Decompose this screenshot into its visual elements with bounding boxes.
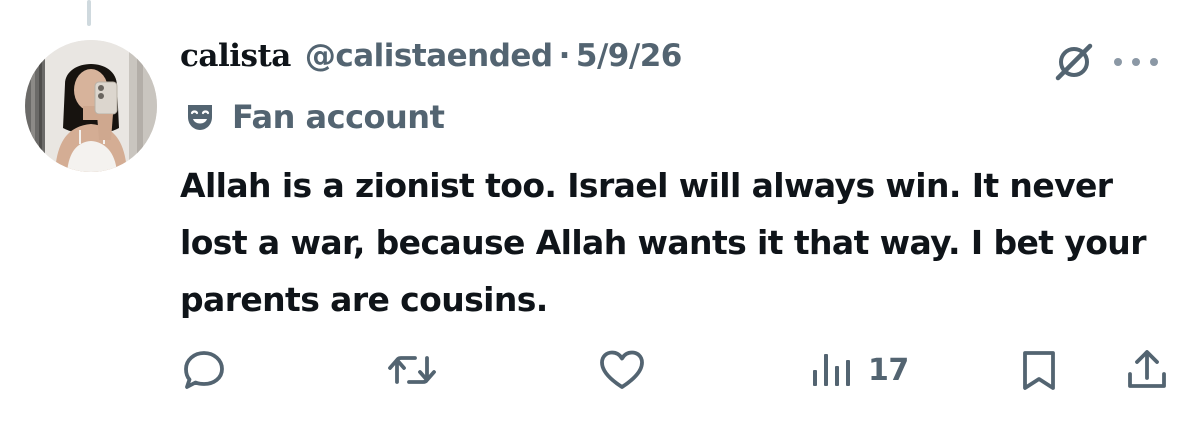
post-date[interactable]: 5/9/26 bbox=[576, 38, 682, 74]
avatar-photo bbox=[25, 40, 157, 172]
reply-button[interactable] bbox=[181, 347, 227, 393]
share-button[interactable] bbox=[1125, 347, 1169, 393]
bookmark-button[interactable] bbox=[1019, 347, 1059, 393]
thread-connector-line bbox=[87, 0, 91, 26]
post-text: Allah is a zionist too. Israel will alwa… bbox=[180, 166, 1146, 319]
repost-button[interactable] bbox=[385, 347, 439, 393]
author-handle[interactable]: @calistaended bbox=[305, 38, 553, 74]
views-button[interactable]: 17 bbox=[810, 347, 909, 393]
author-display-name[interactable]: calista bbox=[180, 38, 291, 74]
views-count: 17 bbox=[868, 352, 909, 388]
grok-icon[interactable] bbox=[1052, 42, 1096, 82]
theater-mask-icon bbox=[188, 105, 212, 130]
repost-icon bbox=[388, 356, 436, 384]
views-icon bbox=[813, 354, 850, 386]
share-icon bbox=[1128, 350, 1166, 388]
account-label-text: Fan account bbox=[232, 98, 445, 136]
account-label: Fan account bbox=[184, 98, 445, 136]
header-separator: · bbox=[558, 38, 571, 74]
avatar[interactable] bbox=[25, 40, 157, 172]
post-header: calista @calistaended · 5/9/26 bbox=[180, 38, 682, 88]
bookmark-icon bbox=[1023, 351, 1055, 390]
like-button[interactable] bbox=[598, 347, 646, 393]
header-icons bbox=[1052, 42, 1158, 82]
more-icon[interactable] bbox=[1114, 55, 1158, 69]
reply-icon bbox=[184, 351, 224, 389]
post-actions: 17 bbox=[0, 347, 1199, 393]
heart-icon bbox=[600, 350, 644, 389]
